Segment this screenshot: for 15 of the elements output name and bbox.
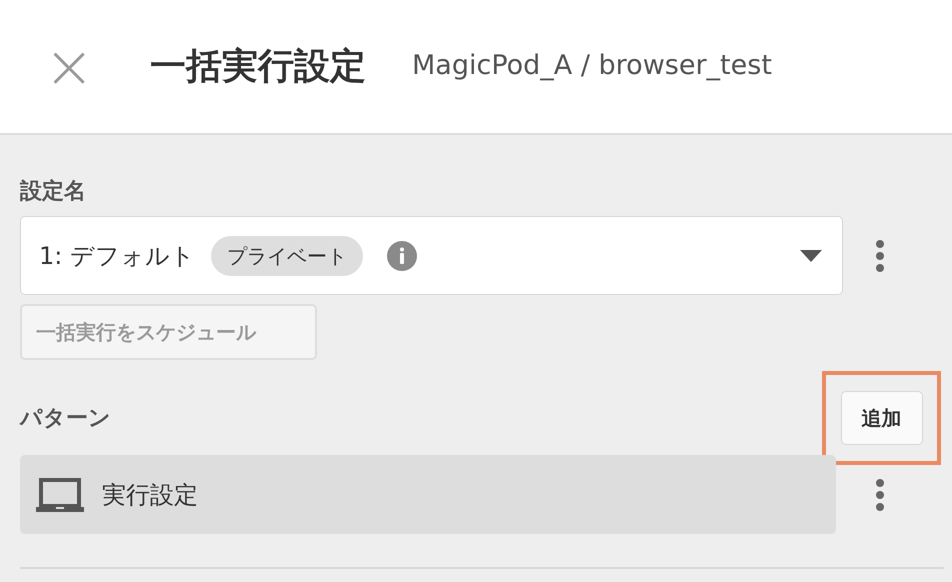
dropdown-caret-icon	[800, 250, 822, 262]
laptop-icon	[36, 478, 84, 512]
page-title: 一括実行設定	[150, 44, 366, 88]
pattern-name: 実行設定	[102, 480, 198, 510]
setting-name-label: 設定名	[20, 178, 87, 206]
project-path: MagicPod_A / browser_test	[412, 49, 772, 84]
more-options-icon[interactable]	[874, 238, 886, 272]
pattern-label: パターン	[20, 404, 111, 432]
private-badge: プライベート	[210, 236, 363, 276]
info-icon[interactable]	[386, 240, 417, 270]
setting-select[interactable]: 1: デフォルト プライベート	[20, 216, 843, 295]
pattern-item[interactable]: 実行設定	[20, 455, 836, 534]
add-button[interactable]: 追加	[840, 391, 922, 445]
more-options-icon[interactable]	[874, 478, 886, 512]
setting-value: 1: デフォルト	[39, 240, 195, 272]
